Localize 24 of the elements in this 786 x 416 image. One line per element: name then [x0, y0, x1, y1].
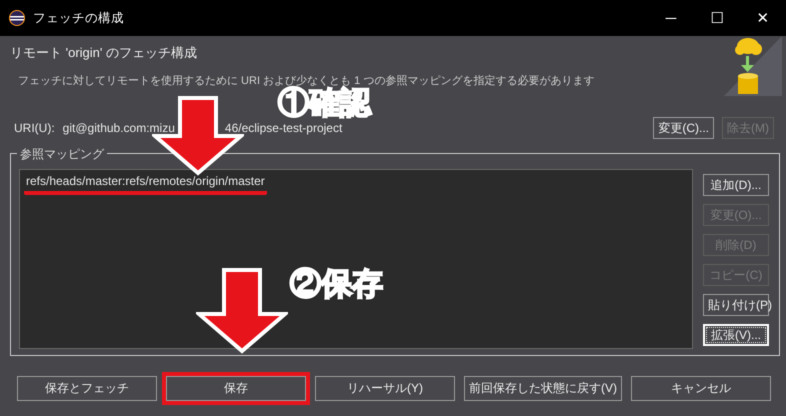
ref-mapping-item[interactable]: refs/heads/master:refs/remotes/origin/master	[24, 174, 267, 195]
page-title: リモート 'origin' のフェッチ構成	[10, 44, 198, 62]
group-title: 参照マッピング	[17, 146, 107, 163]
uri-value: git@github.com:mizu	[62, 121, 175, 135]
step-label: ①確認	[278, 87, 371, 119]
window-title: フェッチの構成	[33, 10, 125, 26]
uri-button[interactable]: 変更(C)...	[653, 117, 714, 139]
maximize-button[interactable]: ☐	[694, 9, 740, 27]
close-button[interactable]: ✕	[740, 9, 786, 27]
dialog-button[interactable]: キャンセル	[631, 376, 771, 401]
uri-label: URI(U):	[14, 121, 55, 135]
mapping-button[interactable]: 拡張(V)...	[703, 324, 769, 346]
page-description: フェッチに対してリモートを使用するために URI および少なくとも 1 つの参照マッピングを指定する必要があります	[18, 74, 596, 87]
uri-value: 46/eclipse-test-project	[224, 121, 342, 135]
mapping-button[interactable]: 貼り付け(P)	[703, 294, 769, 316]
arrow-icon	[196, 268, 288, 354]
step-label: ②保存	[290, 268, 383, 300]
dialog-button[interactable]: リハーサル(Y)	[315, 376, 455, 401]
dialog-button[interactable]: 前回保存した状態に戻す(V)	[464, 376, 622, 401]
dialog-button[interactable]: 保存とフェッチ	[17, 376, 157, 401]
minimize-button[interactable]: ─	[648, 10, 694, 26]
fetch-banner-icon	[722, 36, 782, 96]
mapping-button[interactable]: 追加(D)...	[703, 174, 769, 196]
eclipse-icon	[9, 10, 25, 26]
